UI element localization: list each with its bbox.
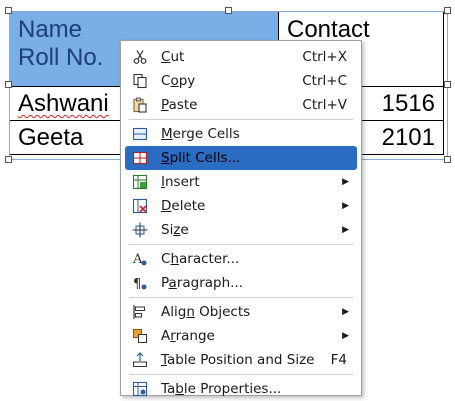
svg-text:A: A bbox=[132, 252, 143, 267]
menu-item-label: Table Properties... bbox=[161, 381, 282, 397]
menu-item-delete[interactable]: Delete ▶ bbox=[125, 194, 357, 218]
menu-item-label: Paste bbox=[161, 97, 198, 113]
context-menu: Cut Ctrl+X Copy Ctrl+C Paste Ctrl+V Merg… bbox=[120, 40, 362, 397]
menu-item-align-objects[interactable]: Align Objects ▶ bbox=[125, 300, 357, 324]
menu-separator bbox=[129, 297, 353, 298]
resize-handle[interactable] bbox=[444, 7, 451, 14]
resize-handle[interactable] bbox=[5, 156, 12, 163]
menu-item-label: Insert bbox=[161, 174, 200, 190]
menu-item-size[interactable]: Size ▶ bbox=[125, 218, 357, 242]
menu-item-label: Arrange bbox=[161, 328, 215, 344]
size-icon bbox=[131, 221, 149, 239]
cell-text: 1516 bbox=[381, 90, 435, 117]
cell-text: 2101 bbox=[381, 124, 435, 151]
menu-item-label: Delete bbox=[161, 198, 206, 214]
paragraph-icon: ¶ bbox=[131, 274, 149, 292]
menu-item-table-position-size[interactable]: Table Position and Size F4 bbox=[125, 348, 357, 372]
character-icon: A bbox=[131, 250, 149, 268]
menu-separator bbox=[129, 244, 353, 245]
submenu-arrow-icon: ▶ bbox=[342, 201, 349, 211]
menu-separator bbox=[129, 119, 353, 120]
menu-item-label: Character... bbox=[161, 251, 240, 267]
submenu-arrow-icon: ▶ bbox=[342, 307, 349, 317]
menu-item-insert[interactable]: Insert ▶ bbox=[125, 170, 357, 194]
table-position-icon bbox=[131, 351, 149, 369]
menu-item-label: Copy bbox=[161, 73, 196, 89]
menu-item-paste[interactable]: Paste Ctrl+V bbox=[125, 93, 357, 117]
delete-table-icon bbox=[131, 197, 149, 215]
menu-item-label: Merge Cells bbox=[161, 126, 240, 142]
menu-item-label: Split Cells... bbox=[161, 150, 241, 166]
resize-handle[interactable] bbox=[444, 81, 451, 88]
menu-item-split-cells[interactable]: Split Cells... bbox=[125, 146, 357, 170]
menu-separator bbox=[129, 374, 353, 375]
shortcut-label: Ctrl+V bbox=[302, 97, 347, 113]
shortcut-label: Ctrl+C bbox=[302, 73, 347, 89]
scissors-icon bbox=[131, 48, 149, 66]
cell-text: Geeta bbox=[18, 124, 84, 151]
resize-handle[interactable] bbox=[225, 7, 232, 14]
menu-item-paragraph[interactable]: ¶ Paragraph... bbox=[125, 271, 357, 295]
paste-icon bbox=[131, 96, 149, 114]
menu-item-merge-cells[interactable]: Merge Cells bbox=[125, 122, 357, 146]
cell-text: Ashwani bbox=[18, 90, 109, 117]
menu-item-cut[interactable]: Cut Ctrl+X bbox=[125, 45, 357, 69]
merge-cells-icon bbox=[131, 125, 149, 143]
menu-item-label: Paragraph... bbox=[161, 275, 244, 291]
submenu-arrow-icon: ▶ bbox=[342, 331, 349, 341]
menu-item-copy[interactable]: Copy Ctrl+C bbox=[125, 69, 357, 93]
resize-handle[interactable] bbox=[5, 7, 12, 14]
split-cells-icon bbox=[131, 149, 149, 167]
menu-item-label: Size bbox=[161, 222, 189, 238]
menu-item-label: Cut bbox=[161, 49, 185, 65]
shortcut-label: F4 bbox=[330, 352, 347, 368]
svg-text:¶: ¶ bbox=[133, 277, 141, 291]
shortcut-label: Ctrl+X bbox=[302, 49, 347, 65]
menu-item-label: Table Position and Size bbox=[161, 352, 315, 368]
table-properties-icon bbox=[131, 380, 149, 398]
submenu-arrow-icon: ▶ bbox=[342, 225, 349, 235]
resize-handle[interactable] bbox=[5, 81, 12, 88]
copy-icon bbox=[131, 72, 149, 90]
menu-item-arrange[interactable]: Arrange ▶ bbox=[125, 324, 357, 348]
arrange-icon bbox=[131, 327, 149, 345]
submenu-arrow-icon: ▶ bbox=[342, 177, 349, 187]
resize-handle[interactable] bbox=[444, 156, 451, 163]
align-objects-icon bbox=[131, 303, 149, 321]
menu-item-table-properties[interactable]: Table Properties... bbox=[125, 377, 357, 401]
menu-item-character[interactable]: A Character... bbox=[125, 247, 357, 271]
insert-rows-icon bbox=[131, 173, 149, 191]
menu-item-label: Align Objects bbox=[161, 304, 251, 320]
